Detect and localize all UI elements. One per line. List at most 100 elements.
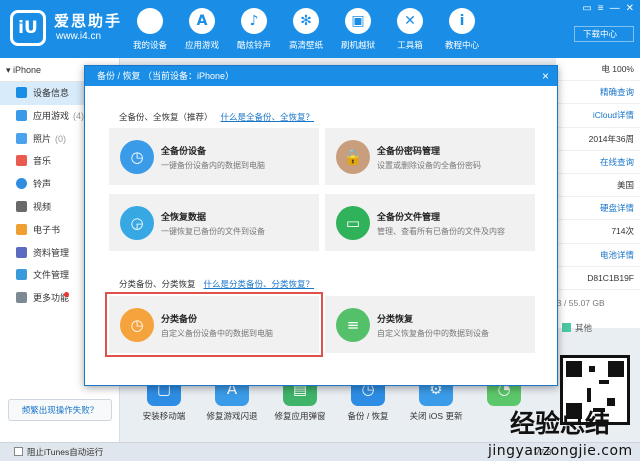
sidebar-item-label: 视频 (33, 201, 52, 212)
card-desc: 自定义恢复备份中的数据到设备 (377, 329, 489, 338)
app-logo: iU (10, 10, 52, 48)
photo-icon (16, 132, 27, 144)
tool-label: 关闭 iOS 更新 (409, 411, 463, 421)
backup-restore-dialog: 备份 / 恢复 （当前设备：iPhone） × 全备份、全恢复（推荐） 什么是全备… (84, 65, 558, 386)
backup-clock-icon: ◷ (120, 140, 154, 174)
download-center-button[interactable]: 下载中心 (574, 26, 634, 42)
music-icon (16, 155, 27, 167)
nav-label: 刷机越狱 (340, 40, 375, 50)
lock-icon: 🔒 (336, 140, 370, 174)
book-icon (16, 223, 27, 235)
info-link-disk[interactable]: 硬盘详情 (556, 197, 640, 221)
close-icon[interactable]: ✕ (626, 3, 634, 14)
info-battery: 电 100% (556, 58, 640, 82)
nav-apps-games[interactable]: A 应用游戏 (176, 0, 228, 58)
section-title: 分类备份、分类恢复 (119, 279, 196, 289)
logo-icon: iU (10, 10, 46, 46)
grid-icon (16, 292, 27, 304)
wrench-icon: ✕ (397, 8, 423, 34)
device-name: iPhone (13, 65, 42, 75)
video-icon (16, 200, 27, 212)
nav-flash-jailbreak[interactable]: ▣ 刷机越狱 (332, 0, 384, 58)
device-info-column: 电 100% 精确查询 iCloud详情 2014年36周 在线查询 美国 硬盘… (556, 58, 640, 328)
info-icon (16, 87, 27, 98)
frequent-failure-help-button[interactable]: 频繁出现操作失败？ (8, 399, 112, 421)
nav-label: 酷炫铃声 (236, 40, 271, 50)
category-backup-card[interactable]: ◷ 分类备份 自定义备份设备中的数据到电脑 (105, 292, 323, 357)
category-restore-card[interactable]: ≡ 分类恢复 自定义恢复备份中的数据到设备 (325, 296, 535, 353)
card-desc: 一键恢复已备份的文件到设备 (161, 227, 265, 236)
info-manufacture-date: 2014年36周 (556, 128, 640, 151)
restore-clock-icon: ◶ (120, 206, 154, 240)
sidebar-item-count: (4) (73, 110, 85, 121)
close-icon[interactable]: × (542, 66, 549, 86)
bell-icon: ♪ (241, 8, 267, 34)
brand-name: 爱思助手 (54, 13, 123, 30)
tool-label: 修复游戏闪退 (206, 411, 258, 421)
nav-label: 应用游戏 (184, 40, 219, 50)
main-nav: 我的设备 A 应用游戏 ♪ 酷炫铃声 ✻ 高清壁纸 ▣ 刷机越狱 ✕ 工具箱 i… (124, 0, 488, 58)
tool-label: 备份 / 恢复 (347, 411, 389, 421)
sidebar-item-label: 资料管理 (33, 247, 70, 258)
sidebar-item-label: 应用游戏 (33, 110, 70, 121)
full-backup-files-card[interactable]: ▭ 全备份文件管理 管理、查看所有已备份的文件及内容 (325, 194, 535, 251)
box-icon: ▣ (345, 8, 371, 34)
info-serial: D81C1B19F (556, 267, 640, 290)
sidebar-item-label: 文件管理 (33, 270, 70, 281)
file-icon (16, 269, 27, 281)
sidebar-item-label: 照片 (33, 133, 52, 144)
nav-wallpapers[interactable]: ✻ 高清壁纸 (280, 0, 332, 58)
sidebar-item-label: 设备信息 (33, 88, 70, 98)
card-title: 全备份文件管理 (377, 212, 441, 222)
storage-text: B / 55.07 GB (556, 298, 605, 308)
full-backup-help-link[interactable]: 什么是全备份、全恢复？ (221, 112, 315, 122)
info-link-battery[interactable]: 电池详情 (556, 244, 640, 267)
card-desc: 自定义备份设备中的数据到电脑 (161, 329, 273, 338)
card-title: 全备份密码管理 (377, 146, 441, 156)
info-link-precise-query[interactable]: 精确查询 (556, 81, 640, 105)
nav-label: 工具箱 (397, 40, 423, 50)
card-title: 全恢复数据 (161, 212, 207, 222)
nav-ringtones[interactable]: ♪ 酷炫铃声 (228, 0, 280, 58)
apple-icon (137, 8, 163, 34)
card-title: 分类备份 (161, 314, 198, 324)
minimize-icon[interactable]: — (610, 3, 620, 14)
app-icon (16, 109, 27, 121)
nav-label: 教程中心 (444, 40, 479, 50)
itunes-block-checkbox[interactable] (14, 447, 23, 456)
legend-swatch (562, 323, 571, 332)
skin-icon[interactable]: ▭ (582, 3, 591, 14)
sidebar-item-count: (0) (55, 133, 67, 144)
full-restore-card[interactable]: ◶ 全恢复数据 一键恢复已备份的文件到设备 (109, 194, 319, 251)
full-backup-password-card[interactable]: 🔒 全备份密码管理 设置或删除设备的全备份密码 (325, 128, 535, 185)
snowflake-icon: ✻ (293, 8, 319, 34)
folder-icon: ▭ (336, 206, 370, 240)
top-bar: iU 爱思助手 www.i4.cn 我的设备 A 应用游戏 ♪ 酷炫铃声 ✻ 高… (0, 0, 640, 58)
menu-icon[interactable]: ≡ (598, 3, 604, 14)
sidebar-item-label: 电子书 (33, 224, 61, 235)
nav-my-device[interactable]: 我的设备 (124, 0, 176, 58)
card-desc: 设置或删除设备的全备份密码 (377, 161, 481, 170)
category-help-link[interactable]: 什么是分类备份、分类恢复？ (204, 279, 315, 289)
info-link-icloud[interactable]: iCloud详情 (556, 104, 640, 128)
tool-label: 修复应用弹窗 (274, 411, 326, 421)
nav-tutorials[interactable]: i 教程中心 (436, 0, 488, 58)
legend-label: 其他 (575, 323, 593, 333)
info-link-online-query[interactable]: 在线查询 (556, 151, 640, 174)
sidebar-item-label: 音乐 (33, 156, 52, 167)
category-restore-icon: ≡ (336, 308, 370, 342)
card-desc: 管理、查看所有已备份的文件及内容 (377, 227, 505, 236)
watermark-text: 经验总结 (510, 409, 611, 438)
storage-legend-other: 其他 (562, 322, 592, 334)
category-backup-icon: ◷ (120, 308, 154, 342)
card-desc: 一键备份设备内的数据到电脑 (161, 161, 265, 170)
nav-label: 高清壁纸 (288, 40, 323, 50)
itunes-block-label: 阻止iTunes自动运行 (27, 447, 104, 457)
full-backup-device-card[interactable]: ◷ 全备份设备 一键备份设备内的数据到电脑 (109, 128, 319, 185)
section-title: 全备份、全恢复（推荐） (119, 112, 213, 122)
card-title: 全备份设备 (161, 146, 207, 156)
nav-toolbox[interactable]: ✕ 工具箱 (384, 0, 436, 58)
category-section-title: 分类备份、分类恢复 什么是分类备份、分类恢复？ (119, 278, 314, 290)
window-controls: ▭ ≡ — ✕ (582, 3, 634, 14)
dialog-titlebar: 备份 / 恢复 （当前设备：iPhone） × (85, 66, 557, 86)
